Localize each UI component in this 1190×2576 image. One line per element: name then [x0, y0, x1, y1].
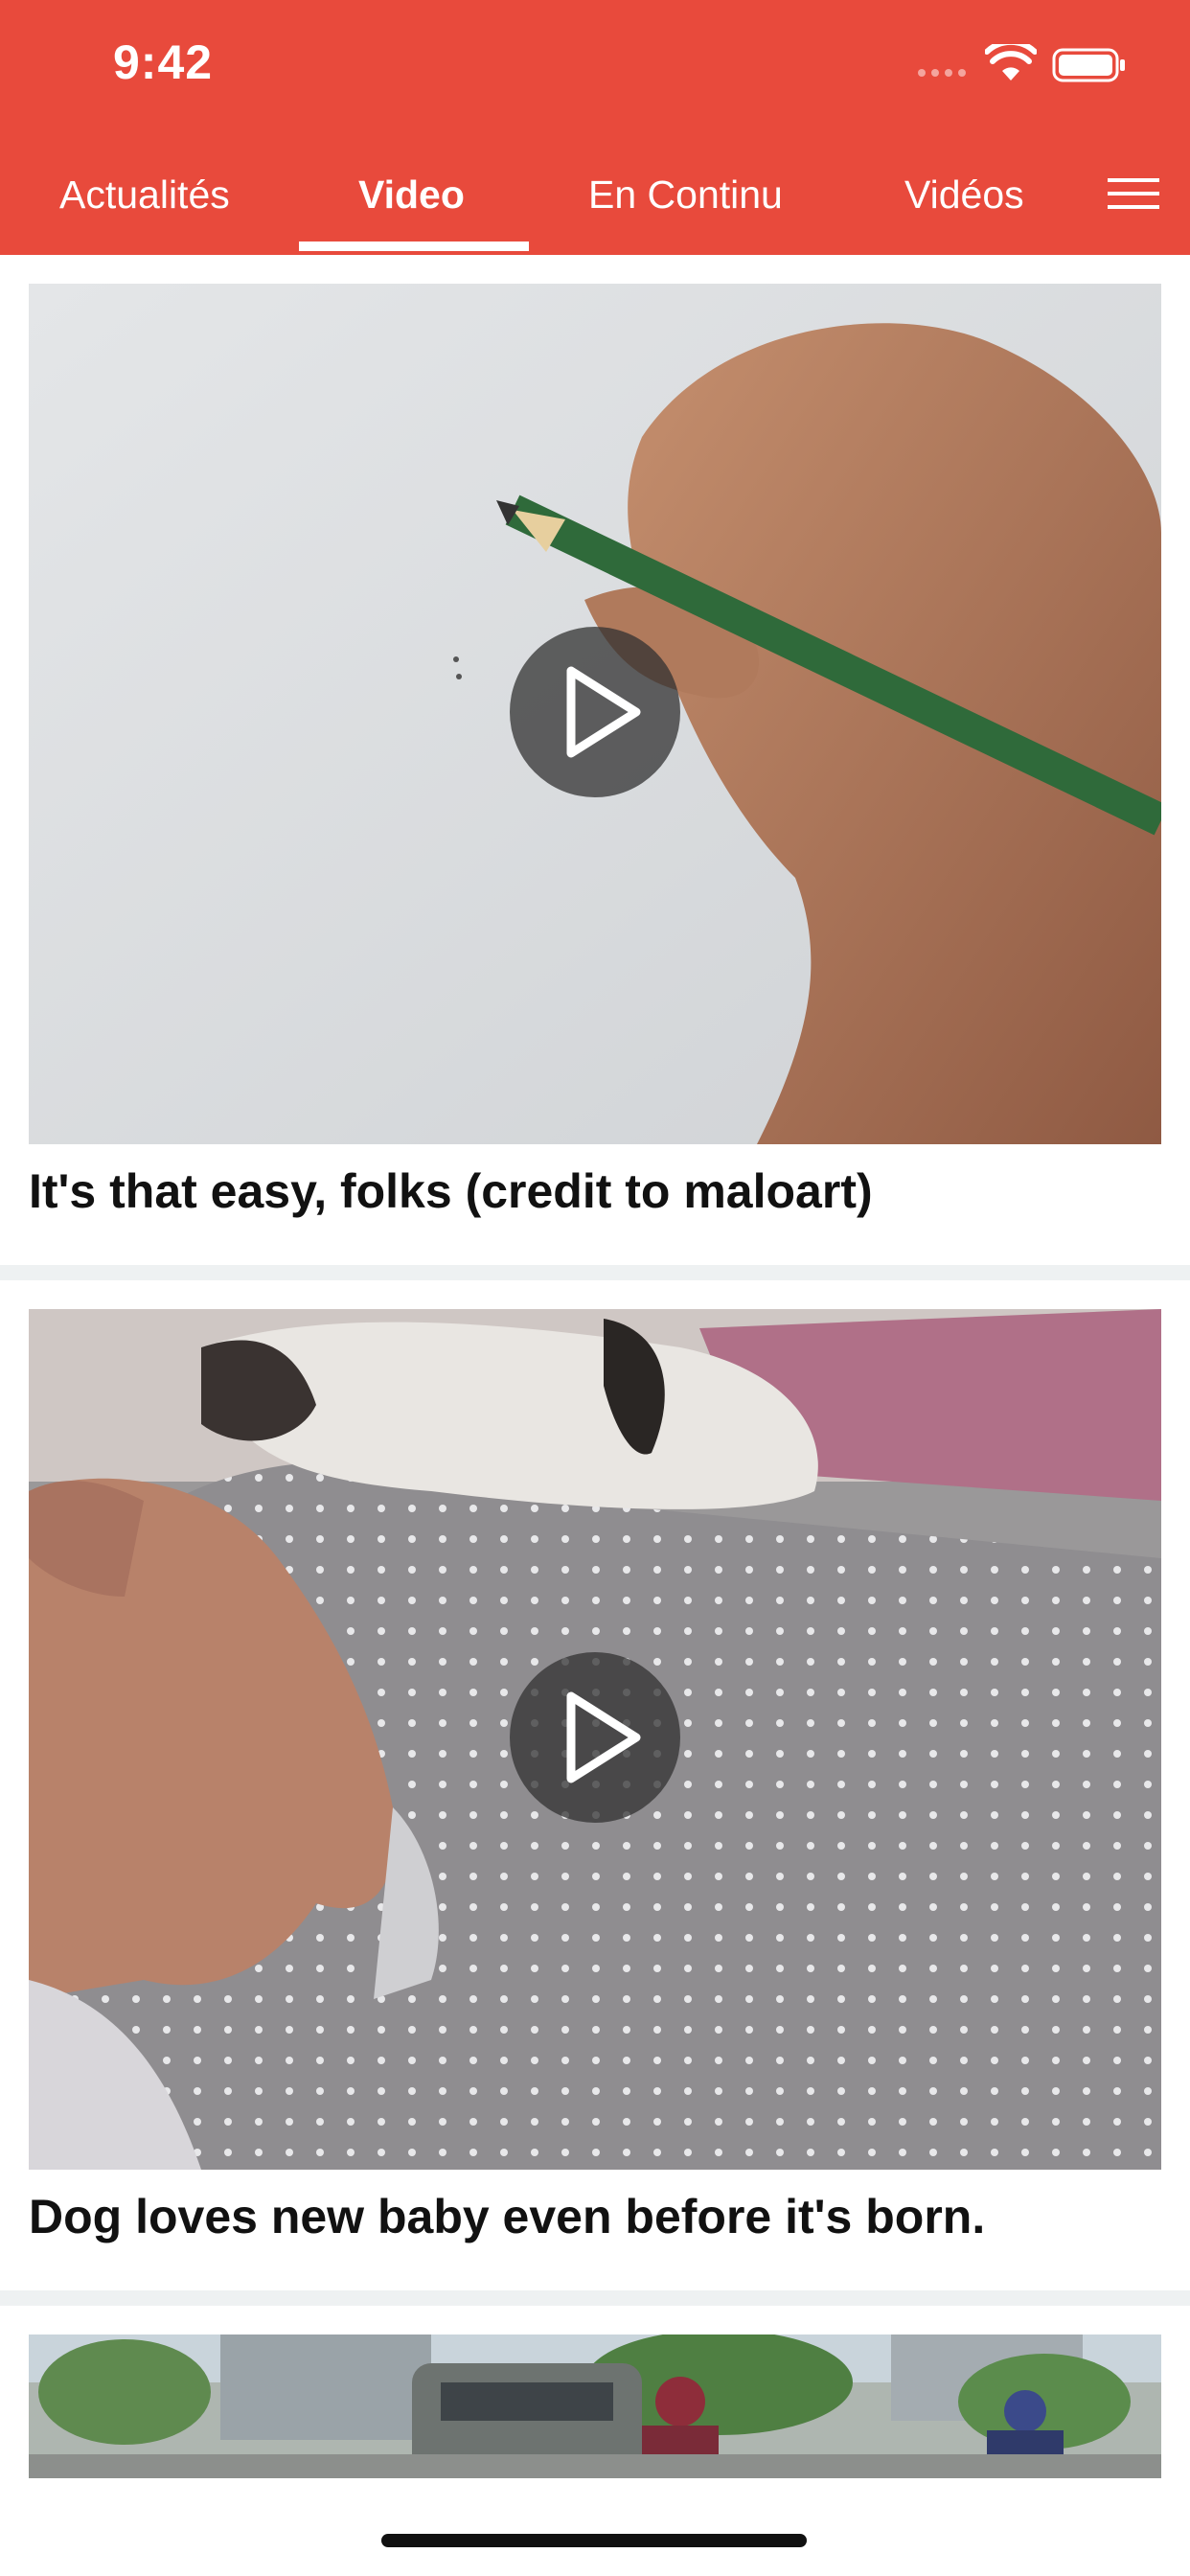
home-indicator[interactable] [381, 2534, 807, 2547]
cellular-signal-icon [918, 69, 966, 77]
app-header: 9:42 Actualités Video En Continu Vidéos [0, 0, 1190, 255]
video-title[interactable]: Dog loves new baby even before it's born… [29, 2189, 985, 2244]
tab-videos[interactable]: Vidéos [904, 172, 1024, 218]
video-card[interactable]: It's that easy, folks (credit to maloart… [0, 255, 1190, 1265]
card-divider [0, 2290, 1190, 2306]
video-title[interactable]: It's that easy, folks (credit to maloart… [29, 1163, 873, 1219]
play-icon[interactable] [510, 1652, 680, 1823]
play-icon[interactable] [510, 627, 680, 797]
video-card[interactable]: Dog loves new baby even before it's born… [0, 1280, 1190, 2290]
menu-icon[interactable] [1106, 174, 1161, 213]
active-tab-indicator [299, 242, 529, 251]
wifi-icon [985, 44, 1037, 80]
tab-actualites[interactable]: Actualités [59, 172, 230, 218]
battery-icon [1052, 48, 1125, 82]
tab-en-continu[interactable]: En Continu [588, 172, 783, 218]
tab-bar: Actualités Video En Continu Vidéos [0, 153, 1190, 255]
card-divider [0, 1265, 1190, 1280]
tab-video[interactable]: Video [358, 172, 465, 218]
status-time: 9:42 [113, 35, 214, 89]
video-thumbnail[interactable] [29, 2334, 1161, 2478]
